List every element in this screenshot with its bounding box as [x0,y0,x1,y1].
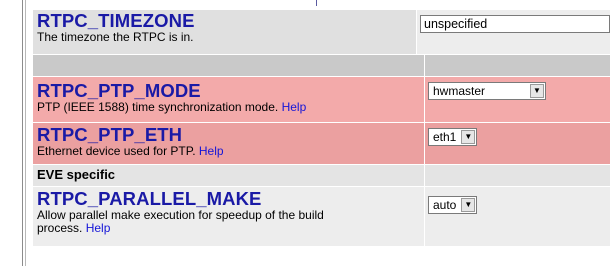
table-row: RTPC_PARALLEL_MAKE Allow parallel make e… [33,187,610,247]
setting-info: RTPC_PARALLEL_MAKE Allow parallel make e… [33,187,424,246]
table-row: RTPC_TIMEZONE The timezone the RTPC is i… [33,10,610,55]
setting-name: RTPC_PTP_MODE [37,80,201,101]
table-row: EVE specific [33,165,610,187]
table-row: RTPC_PTP_MODE PTP (IEEE 1588) time synch… [33,77,610,123]
setting-description: The timezone the RTPC is in. [37,30,194,44]
chevron-down-icon[interactable]: ▼ [461,198,476,212]
table-row: RTPC_PTP_ETH Ethernet device used for PT… [33,123,610,165]
setting-control: unspecified [416,10,610,54]
section-header: EVE specific [37,167,116,182]
setting-description: PTP (IEEE 1588) time synchronization mod… [37,101,420,114]
settings-page: RTPC_TIMEZONE The timezone the RTPC is i… [0,0,610,266]
parallel-make-select[interactable]: auto ▼ [428,196,478,214]
setting-info: RTPC_PTP_ETH Ethernet device used for PT… [33,123,424,164]
setting-name: RTPC_PARALLEL_MAKE [37,188,262,209]
empty-cell [424,55,610,76]
frame-border-inner [25,0,26,266]
setting-description-cont: process. Help [37,222,420,235]
timezone-input[interactable]: unspecified [420,15,610,33]
help-link[interactable]: Help [86,221,111,235]
setting-name: RTPC_PTP_ETH [37,124,183,145]
description-text: PTP (IEEE 1588) time synchronization mod… [37,100,279,114]
description-text: process. [37,221,83,235]
frame-border [22,0,23,266]
help-link[interactable]: Help [199,144,224,158]
settings-table: RTPC_TIMEZONE The timezone the RTPC is i… [33,10,610,247]
setting-info: RTPC_TIMEZONE The timezone the RTPC is i… [33,10,416,54]
select-value: auto [433,198,457,212]
select-value: eth1 [433,130,457,144]
setting-control: eth1 ▼ [424,123,610,164]
divider-tick [316,0,317,6]
help-link[interactable]: Help [282,100,307,114]
description-text: Ethernet device used for PTP. [37,144,196,158]
empty-cell [33,55,424,76]
setting-control: auto ▼ [424,187,610,246]
chevron-down-icon[interactable]: ▼ [530,84,544,98]
setting-name: RTPC_TIMEZONE [37,10,195,31]
table-row [33,55,610,77]
empty-cell [424,165,610,186]
ptp-eth-select[interactable]: eth1 ▼ [428,128,478,146]
chevron-down-icon[interactable]: ▼ [461,130,476,144]
setting-info: RTPC_PTP_MODE PTP (IEEE 1588) time synch… [33,77,424,122]
setting-control: hwmaster ▼ [424,77,610,122]
ptp-mode-select[interactable]: hwmaster ▼ [428,82,546,100]
setting-description: Ethernet device used for PTP. Help [37,145,420,158]
select-value: hwmaster [433,84,486,98]
section-header-cell: EVE specific [33,165,424,186]
